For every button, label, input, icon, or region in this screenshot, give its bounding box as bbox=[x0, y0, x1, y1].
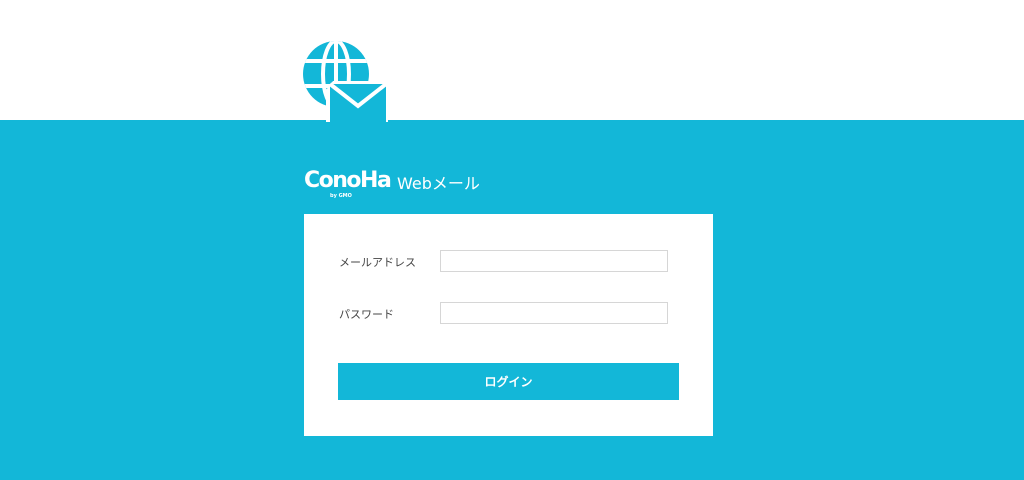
globe-mail-icon bbox=[303, 41, 388, 122]
page-title: Webメール bbox=[397, 174, 480, 193]
email-label: メールアドレス bbox=[339, 256, 416, 269]
header-background bbox=[0, 0, 1024, 120]
login-form: メールアドレス パスワード ログイン bbox=[304, 214, 713, 436]
logo-sub: by GMO bbox=[330, 193, 352, 199]
brand-header: ConoHa by GMO Webメール bbox=[304, 166, 480, 202]
logo-text: ConoHa bbox=[304, 168, 392, 193]
login-button[interactable]: ログイン bbox=[338, 363, 679, 400]
password-label: パスワード bbox=[339, 308, 394, 321]
email-field[interactable] bbox=[440, 250, 668, 272]
password-field[interactable] bbox=[440, 302, 668, 324]
conoha-logo: ConoHa by GMO bbox=[304, 166, 392, 202]
